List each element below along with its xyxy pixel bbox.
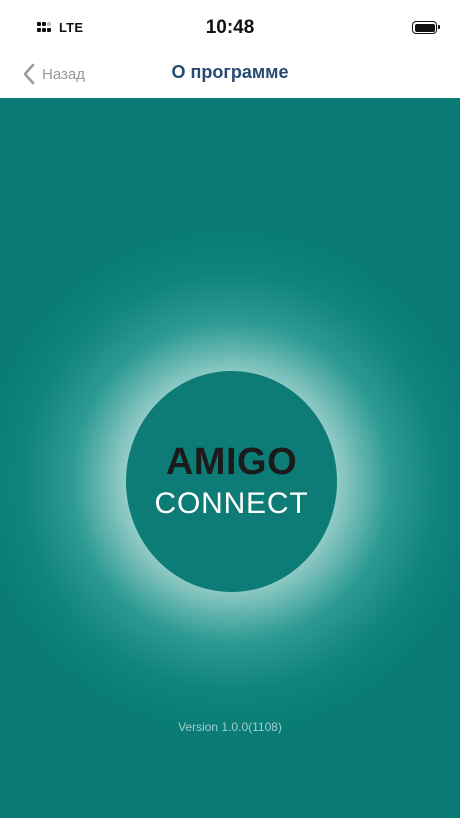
page-title: О программе (171, 62, 289, 82)
app-logo: AMIGO CONNECT (126, 371, 337, 592)
status-bar: LTE 10:48 (0, 0, 460, 56)
clock: 10:48 (205, 17, 255, 38)
logo-text-amigo: AMIGO (165, 441, 298, 483)
battery-icon (412, 21, 440, 34)
navigation-bar: Назад О программе (0, 56, 460, 98)
logo-text-connect: CONNECT (154, 487, 309, 520)
about-screen: LTE 10:48 Назад О программе AMIGO CONNEC… (0, 0, 460, 818)
version-label: Version 1.0.0(1108) (178, 720, 282, 734)
about-content: AMIGO CONNECT Version 1.0.0(1108) (0, 98, 460, 818)
